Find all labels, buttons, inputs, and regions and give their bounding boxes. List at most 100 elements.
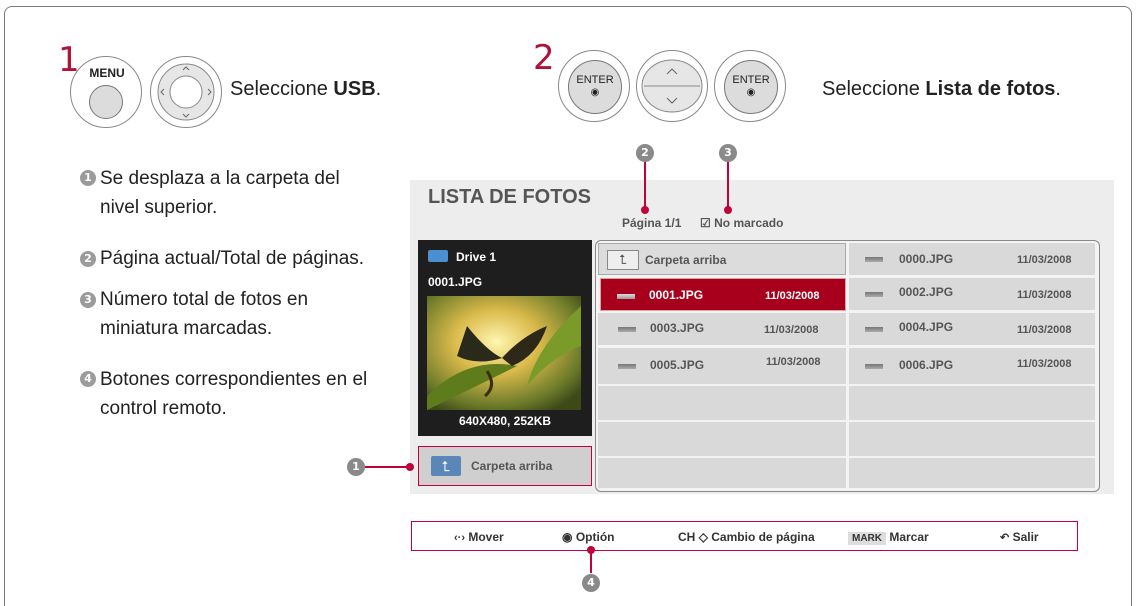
callout-4: 4 (582, 574, 600, 592)
callout-2: 2 (636, 144, 654, 162)
photo-thumbnail (427, 296, 581, 410)
file-date: 11/03/2008 (1017, 358, 1072, 370)
exit-label: Salir (1012, 530, 1039, 544)
selected-file-name: 0001.JPG (428, 275, 483, 289)
file-date: 11/03/2008 (1017, 254, 1072, 266)
step-1-instruction-target: USB (333, 78, 376, 100)
step-2-instruction: Seleccione Lista de fotos. (822, 78, 1061, 101)
file-row-selected[interactable]: 0001.JPG 11/03/2008 (600, 278, 846, 311)
return-icon: ↶ (1000, 532, 1010, 544)
empty-row (598, 422, 846, 456)
navigation-pad[interactable] (150, 56, 222, 128)
enter-button-1-cap: ENTER ◉ (568, 60, 622, 114)
drive-label: Drive 1 (456, 250, 497, 264)
mark-label: Marcar (889, 530, 929, 544)
move-label: Mover (468, 530, 504, 544)
mark-info-label: No marcado (714, 216, 784, 230)
image-file-icon (865, 327, 883, 332)
mark-hint: MARK Marcar (848, 530, 929, 545)
move-arrows-icon: ‹·› (454, 532, 465, 544)
file-date: 11/03/2008 (1017, 289, 1072, 301)
mark-info: ☑ No marcado (700, 216, 783, 230)
empty-row (849, 386, 1095, 420)
option-dot-icon: ◉ (562, 530, 573, 544)
callout-1-dot (406, 463, 414, 471)
mark-key: MARK (848, 532, 886, 545)
navigation-pad-icon (157, 63, 215, 121)
up-folder-list-button[interactable]: ⮤ Carpeta arriba (598, 243, 846, 275)
note-3-bullet: 3 (80, 292, 96, 308)
file-name: 0000.JPG (899, 252, 954, 266)
enter-button-2[interactable]: ENTER ◉ (714, 50, 786, 122)
enter-dot-icon: ◉ (746, 87, 756, 98)
checkbox-icon: ☑ (700, 216, 711, 230)
empty-row (598, 458, 846, 488)
menu-button[interactable]: MENU (70, 56, 142, 128)
step-2-instruction-target: Lista de fotos (925, 78, 1056, 100)
menu-button-cap (89, 85, 123, 119)
empty-row (598, 386, 846, 420)
move-hint: ‹·› Mover (454, 530, 504, 544)
file-row[interactable]: 0003.JPG 11/03/2008 (598, 313, 846, 345)
up-down-icon (641, 59, 703, 113)
file-row[interactable]: 0002.JPG 11/03/2008 (849, 278, 1095, 310)
option-hint: ◉ Optión (562, 530, 614, 544)
step-2-instruction-suffix: . (1055, 78, 1061, 100)
ch-updown-icon: ◇ (698, 530, 708, 544)
ch-label: CH (678, 530, 696, 544)
note-3-text: Número total de fotos en miniatura marca… (100, 289, 309, 339)
file-name: 0005.JPG (650, 358, 705, 372)
step-2-number: 2 (533, 38, 555, 78)
enter-button-2-label: ENTER (732, 74, 770, 86)
note-1-bullet: 1 (80, 170, 96, 186)
file-row[interactable]: 0000.JPG 11/03/2008 (849, 243, 1095, 275)
drive-icon (428, 250, 448, 262)
image-file-icon (618, 327, 636, 332)
file-date: 11/03/2008 (766, 356, 821, 368)
callout-4-dot (587, 546, 595, 554)
note-2-text: Página actual/Total de páginas. (100, 248, 365, 269)
callout-1-line (365, 466, 409, 468)
callout-3-dot (724, 206, 732, 214)
note-1-text: Se desplaza a la carpeta del nivel super… (100, 168, 340, 218)
note-4-bullet: 4 (80, 371, 96, 387)
up-down-button[interactable] (636, 50, 708, 122)
up-folder-left-button[interactable]: ⮤ Carpeta arriba (418, 446, 592, 486)
callout-1: 1 (347, 458, 365, 476)
up-folder-list-label: Carpeta arriba (645, 253, 727, 267)
option-label: Optión (575, 530, 615, 544)
step-1-instruction-suffix: . (375, 78, 382, 100)
page-info: Página 1/1 (622, 216, 682, 230)
enter-dot-icon: ◉ (590, 87, 600, 98)
folder-up-icon: ⮤ (607, 250, 639, 270)
file-name: 0004.JPG (899, 320, 954, 334)
file-date: 11/03/2008 (764, 324, 819, 336)
file-row[interactable]: 0006.JPG 11/03/2008 (849, 348, 1095, 384)
file-row[interactable]: 0005.JPG 11/03/2008 (598, 348, 846, 384)
callout-2-line (644, 162, 646, 208)
note-2-bullet: 2 (80, 251, 96, 267)
image-file-icon (617, 294, 635, 299)
file-name: 0006.JPG (899, 358, 954, 372)
image-file-icon (618, 364, 636, 369)
file-row[interactable]: 0004.JPG 11/03/2008 (849, 313, 1095, 345)
file-name: 0002.JPG (899, 285, 954, 299)
enter-button-2-cap: ENTER ◉ (724, 60, 778, 114)
callout-4-line (590, 551, 592, 573)
image-file-icon (865, 364, 883, 369)
file-name: 0003.JPG (650, 321, 705, 335)
step-1-instruction-prefix: Seleccione (230, 78, 334, 100)
step-1-instruction: Seleccione USB. (230, 78, 381, 101)
note-4-text: Botones correspondientes en el control r… (100, 369, 368, 419)
callout-2-dot (641, 206, 649, 214)
exit-hint: ↶ Salir (1000, 530, 1039, 544)
file-date: 11/03/2008 (765, 290, 820, 302)
remote-buttons-bar: ‹·› Mover ◉ Optión CH ◇ Cambio de página… (411, 521, 1078, 551)
empty-row (849, 422, 1095, 456)
file-name: 0001.JPG (649, 288, 704, 302)
page-change-hint: CH ◇ Cambio de página (678, 530, 815, 544)
photo-info: 640X480, 252KB (458, 414, 552, 428)
page-change-label: Cambio de página (711, 530, 815, 544)
callout-3: 3 (719, 144, 737, 162)
enter-button-1[interactable]: ENTER ◉ (558, 50, 630, 122)
